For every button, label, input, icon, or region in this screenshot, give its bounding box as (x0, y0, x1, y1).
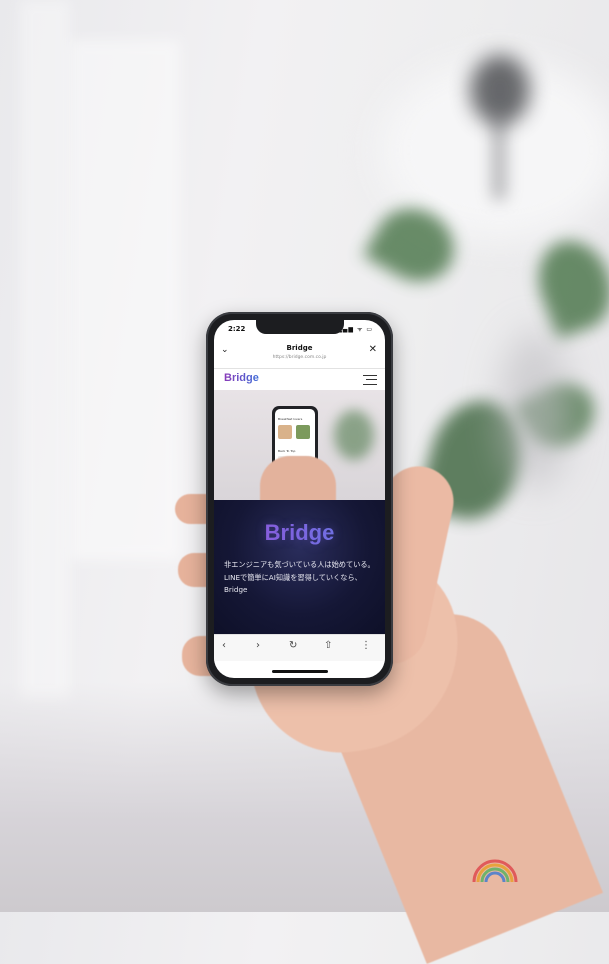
intro-text: 非エンジニアも気づいている人は始めている。 LINEで簡単にAI知識を習得してい… (224, 559, 377, 597)
forward-icon[interactable]: › (256, 640, 260, 651)
intro-section: Bridge 非エンジニアも気づいている人は始めている。 LINEで簡単にAI知… (214, 500, 385, 634)
site-header: Bridge (214, 368, 385, 390)
mini-heading: Breakfast lovers (278, 417, 303, 421)
mini-card (296, 425, 310, 439)
hamburger-menu-icon[interactable] (363, 375, 377, 385)
intro-line-2: LINEで簡単にAI知識を習得していくなら、 (224, 572, 362, 582)
page-url: https://bridge.com.co.jp (272, 355, 327, 360)
phone-notch (255, 320, 344, 334)
browser-header: ⌄ Bridge https://bridge.com.co.jp ✕ (214, 338, 385, 369)
status-time: 2:22 (228, 325, 246, 333)
share-icon[interactable]: ⇧ (324, 640, 332, 651)
more-icon[interactable]: ⋮ (361, 640, 371, 651)
page-title: Bridge (286, 344, 313, 352)
browser-toolbar: ‹ › ↻ ⇧ ⋮ (214, 634, 385, 661)
home-indicator (271, 670, 328, 673)
intro-brand: Bridge (214, 520, 385, 546)
site-logo[interactable]: Bridge (224, 372, 259, 384)
back-icon[interactable]: ‹ (222, 640, 226, 651)
close-icon[interactable]: ✕ (369, 344, 377, 355)
smartphone: 2:22 ▂▄▆ ᯤ ▭ ⌄ Bridge https://bridge.com… (206, 312, 393, 686)
mini-card (278, 425, 292, 439)
mini-heading: Back To Top (278, 449, 296, 453)
mini-hand (260, 456, 336, 500)
hero-image: Breakfast lovers Back To Top (214, 390, 385, 500)
phone-screen: 2:22 ▂▄▆ ᯤ ▭ ⌄ Bridge https://bridge.com… (214, 320, 385, 678)
hero-plant-blur (334, 410, 374, 460)
intro-line-3: Bridge (224, 585, 248, 594)
reload-icon[interactable]: ↻ (289, 640, 297, 651)
rainbow-tattoo-icon (472, 859, 518, 883)
intro-line-1: 非エンジニアも気づいている人は始めている。 (224, 560, 375, 569)
